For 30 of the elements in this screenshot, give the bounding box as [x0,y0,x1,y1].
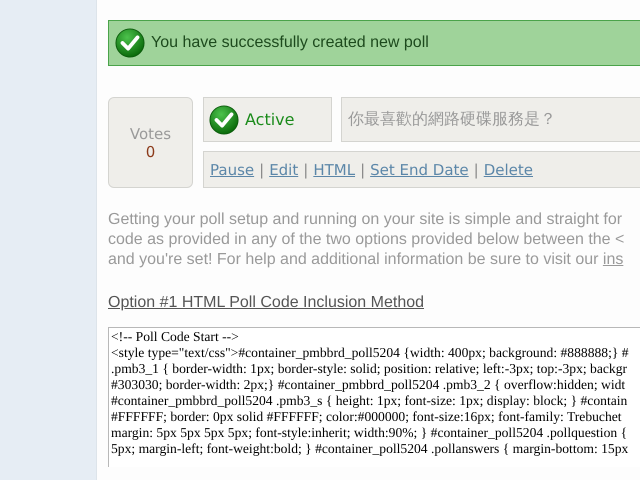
action-link[interactable]: Pause [210,160,254,178]
intro-text: code as provided in any of the two options provided below between the < [108,231,624,248]
intro-text: Getting your poll setup and running on your site is simple and straight for [108,211,622,228]
separator: | [303,160,308,178]
code-line: #container_pmbbrd_poll5204 .pmb3_s { height: 1px; font-size: 1px; display: block; } #contain [111,393,628,409]
action-link[interactable]: Edit [269,160,298,178]
action-link[interactable]: HTML [313,160,356,178]
code-line: 5px; margin-left; font-weight:bold; } #container_poll5204 .pollanswers { margin-bottom: 15px [111,441,628,457]
success-message: You have successfully created new poll [151,34,429,52]
separator: | [259,160,264,178]
check-icon [209,104,239,134]
action-link[interactable]: Delete [484,160,534,178]
action-link[interactable]: Set End Date [370,160,469,178]
code-line: #303030; border-width: 2px;} #container_pmbbrd_poll5204 .pmb3_2 { overflow:hidden; widt [111,377,626,393]
separator: | [360,160,366,178]
check-icon [115,28,145,58]
votes-count: 0 [146,142,156,160]
code-line: margin: 5px 5px 5px 5px; font-style:inherit; width:90%; } #container_poll5204 .pollquestion { [111,425,628,441]
intro-text: and you're set! For help and additional information be sure to visit our [108,251,600,268]
code-box[interactable] [108,327,640,467]
code-line: <!-- Poll Code Start --> [111,329,239,345]
help-link[interactable]: ins [602,251,624,268]
poll-question: 你最喜歡的網路硬碟服務是？ [341,97,640,142]
separator: | [474,160,479,178]
code-line: <style type="text/css">#container_pmbbrd_poll5204 {width: 400px; background: #888888;} # [111,345,629,361]
code-line: #FFFFFF; border: 0px solid #FFFFFF; color:#000000; font-size:16px; font-family: Trebuchet [111,409,622,425]
status-label: Active [245,110,294,129]
code-line: .pmb3_1 { border-width: 1px; border-style: solid; position: relative; left:-3px; top:-3px; backgr [111,361,628,377]
option-heading-link[interactable]: Option #1 HTML Poll Code Inclusion Method [108,294,424,312]
votes-label: Votes [130,124,172,142]
